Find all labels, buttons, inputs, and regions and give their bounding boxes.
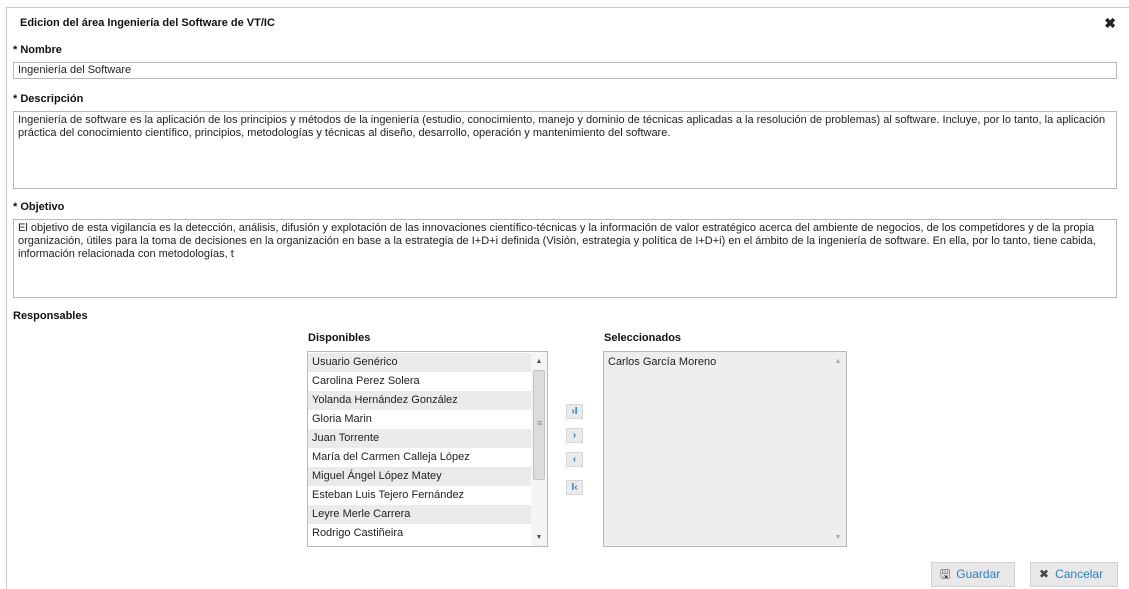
close-icon[interactable]: ✖ bbox=[1104, 16, 1116, 30]
floppy-disk-icon: 🖫 bbox=[940, 567, 951, 581]
cancelar-label: Cancelar bbox=[1055, 567, 1104, 581]
move-all-left-button[interactable]: I‹ bbox=[566, 480, 583, 495]
cancelar-button[interactable]: ✖ Cancelar bbox=[1030, 562, 1118, 587]
list-item[interactable]: Esteban Luis Tejero Fernández bbox=[308, 486, 547, 505]
guardar-button[interactable]: 🖫 Guardar bbox=[931, 562, 1015, 587]
scroll-down-icon[interactable]: ▼ bbox=[531, 530, 547, 546]
disponibles-items: Usuario Genérico Carolina Perez Solera Yol… bbox=[308, 352, 547, 543]
nombre-input[interactable]: Ingeniería del Software bbox=[13, 62, 1117, 79]
seleccionados-label: Seleccionados bbox=[604, 332, 682, 344]
list-item[interactable]: Usuario Genérico bbox=[308, 353, 547, 372]
edit-area-dialog: Edicion del área Ingeniería del Software… bbox=[6, 7, 1129, 589]
disponibles-scrollbar[interactable]: ▲ ≡ ▼ bbox=[531, 352, 547, 546]
seleccionados-list[interactable]: Carlos García Moreno ▲ ▼ bbox=[603, 351, 847, 547]
x-icon: ✖ bbox=[1039, 567, 1050, 581]
descripcion-textarea[interactable]: Ingeniería de software es la aplicación … bbox=[13, 111, 1117, 189]
guardar-label: Guardar bbox=[956, 567, 1001, 581]
descripcion-label: * Descripción bbox=[13, 93, 84, 105]
dialog-title: Edicion del área Ingeniería del Software… bbox=[20, 17, 275, 29]
list-item[interactable]: Leyre Merle Carrera bbox=[308, 505, 547, 524]
objetivo-textarea[interactable]: El objetivo de esta vigilancia es la det… bbox=[13, 219, 1117, 298]
list-item[interactable]: Gloria Marin bbox=[308, 410, 547, 429]
list-item[interactable]: Rodrigo Castiñeira bbox=[308, 524, 547, 543]
objetivo-label: * Objetivo bbox=[13, 201, 65, 213]
seleccionados-scrollbar[interactable]: ▲ ▼ bbox=[830, 352, 846, 546]
scroll-up-icon[interactable]: ▲ bbox=[531, 354, 547, 370]
move-right-button[interactable]: › bbox=[566, 428, 583, 443]
scroll-thumb[interactable]: ≡ bbox=[533, 370, 545, 480]
list-item[interactable]: Yolanda Hernández González bbox=[308, 391, 547, 410]
responsables-label: Responsables bbox=[13, 310, 88, 322]
disponibles-list[interactable]: Usuario Genérico Carolina Perez Solera Yol… bbox=[307, 351, 548, 547]
nombre-label: * Nombre bbox=[13, 44, 62, 56]
grip-icon: ≡ bbox=[537, 418, 543, 428]
scroll-up-icon[interactable]: ▲ bbox=[830, 354, 846, 370]
list-item[interactable]: Carlos García Moreno bbox=[604, 353, 846, 372]
seleccionados-items: Carlos García Moreno bbox=[604, 352, 846, 372]
list-item[interactable]: Miguel Ángel López Matey bbox=[308, 467, 547, 486]
list-item[interactable]: Carolina Perez Solera bbox=[308, 372, 547, 391]
move-all-right-button[interactable]: ›I bbox=[566, 404, 583, 419]
disponibles-label: Disponibles bbox=[308, 332, 371, 344]
scroll-down-icon[interactable]: ▼ bbox=[830, 530, 846, 546]
list-item[interactable]: Juan Torrente bbox=[308, 429, 547, 448]
list-item[interactable]: María del Carmen Calleja López bbox=[308, 448, 547, 467]
move-left-button[interactable]: ‹ bbox=[566, 452, 583, 467]
